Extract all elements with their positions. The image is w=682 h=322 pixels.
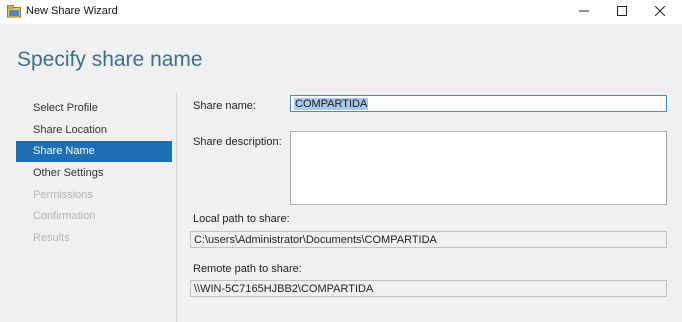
- minimize-icon: [579, 6, 589, 19]
- share-description-label: Share description:: [193, 136, 282, 148]
- nav-item-other-settings[interactable]: Other Settings: [16, 163, 172, 184]
- content-pane: Share name: COMPARTIDA Share description…: [177, 92, 682, 322]
- nav-item-confirmation: Confirmation: [33, 210, 96, 222]
- nav-item-share-location[interactable]: Share Location: [16, 120, 172, 141]
- local-path-value: C:\users\Administrator\Documents\COMPART…: [194, 234, 437, 246]
- share-folder-icon: [7, 5, 21, 18]
- nav-item-permissions: Permissions: [33, 189, 93, 201]
- nav-item-results: Results: [33, 232, 70, 244]
- wizard-steps-pane: Select Profile Share Location Share Name…: [0, 92, 176, 322]
- minimize-button[interactable]: [566, 0, 602, 24]
- window-title: New Share Wizard: [26, 5, 118, 17]
- local-path-label: Local path to share:: [193, 213, 290, 225]
- remote-path-label: Remote path to share:: [193, 263, 302, 275]
- maximize-button[interactable]: [604, 0, 640, 24]
- remote-path-field: \\WIN-5C7165HJBB2\COMPARTIDA: [190, 280, 667, 297]
- close-button[interactable]: [642, 0, 678, 24]
- page-title: Specify share name: [17, 48, 203, 71]
- close-icon: [654, 5, 666, 19]
- nav-item-select-profile[interactable]: Select Profile: [16, 98, 172, 119]
- maximize-icon: [617, 5, 627, 19]
- title-bar: New Share Wizard: [0, 0, 682, 24]
- share-name-value: COMPARTIDA: [294, 98, 369, 110]
- share-name-input[interactable]: COMPARTIDA: [290, 95, 667, 112]
- nav-item-share-name[interactable]: Share Name: [16, 141, 172, 162]
- local-path-field: C:\users\Administrator\Documents\COMPART…: [190, 231, 667, 248]
- share-name-label: Share name:: [193, 100, 256, 112]
- remote-path-value: \\WIN-5C7165HJBB2\COMPARTIDA: [194, 283, 374, 295]
- share-description-input[interactable]: [290, 131, 667, 205]
